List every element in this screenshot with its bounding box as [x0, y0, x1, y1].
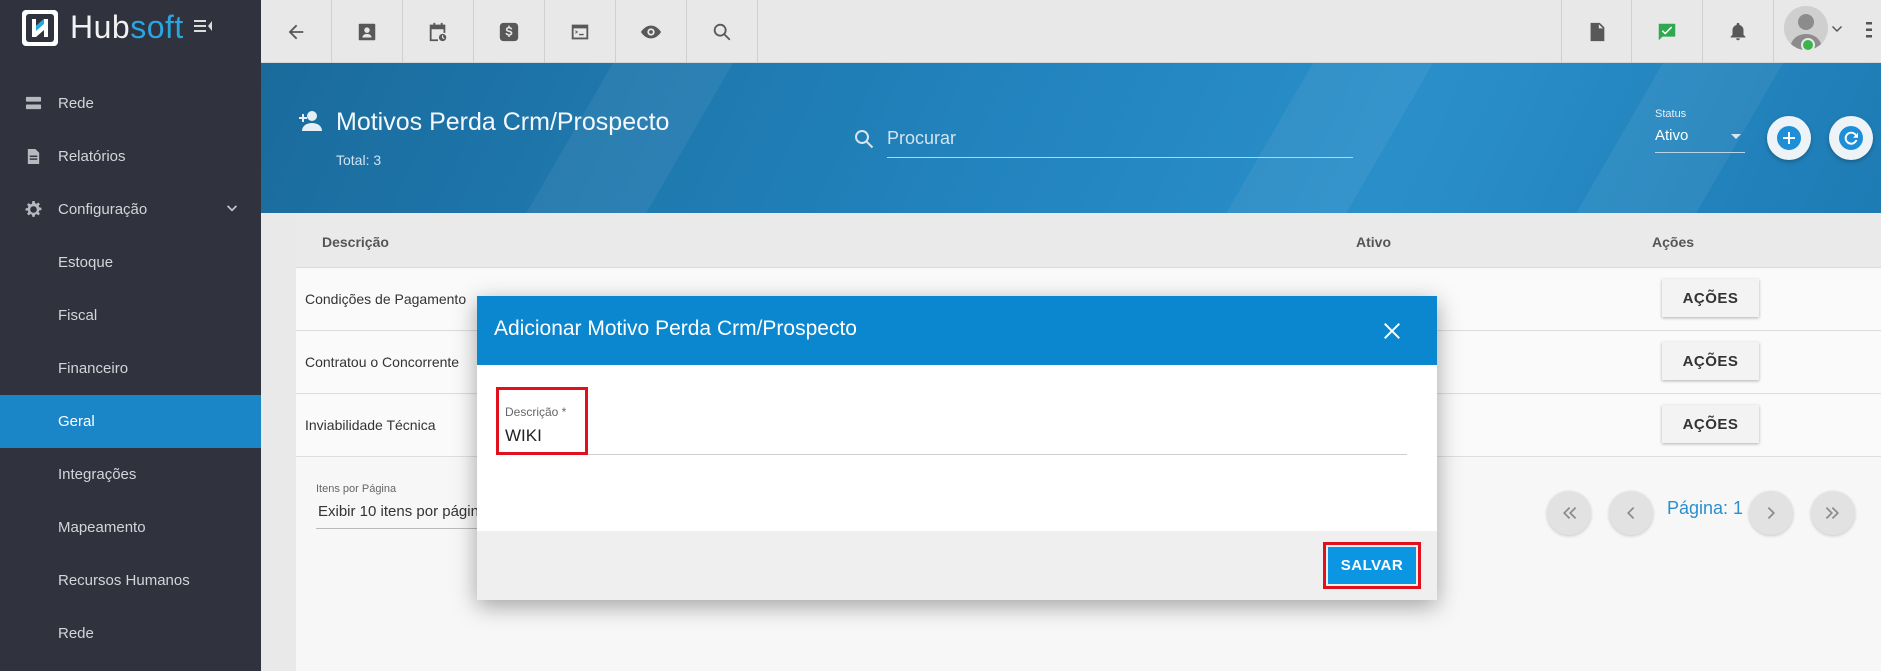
- dialog-title: Adicionar Motivo Perda Crm/Prospecto: [494, 317, 857, 340]
- descricao-field-label: Descrição *: [505, 405, 567, 419]
- add-motivo-dialog: Adicionar Motivo Perda Crm/Prospecto Des…: [477, 296, 1437, 600]
- descricao-input[interactable]: [505, 423, 585, 449]
- close-icon: [1384, 323, 1400, 339]
- save-button[interactable]: SALVAR: [1328, 547, 1416, 584]
- close-dialog-button[interactable]: [1377, 316, 1407, 346]
- field-underline: [496, 454, 1407, 455]
- dialog-header: Adicionar Motivo Perda Crm/Prospecto: [477, 296, 1437, 365]
- dialog-footer: [477, 531, 1437, 600]
